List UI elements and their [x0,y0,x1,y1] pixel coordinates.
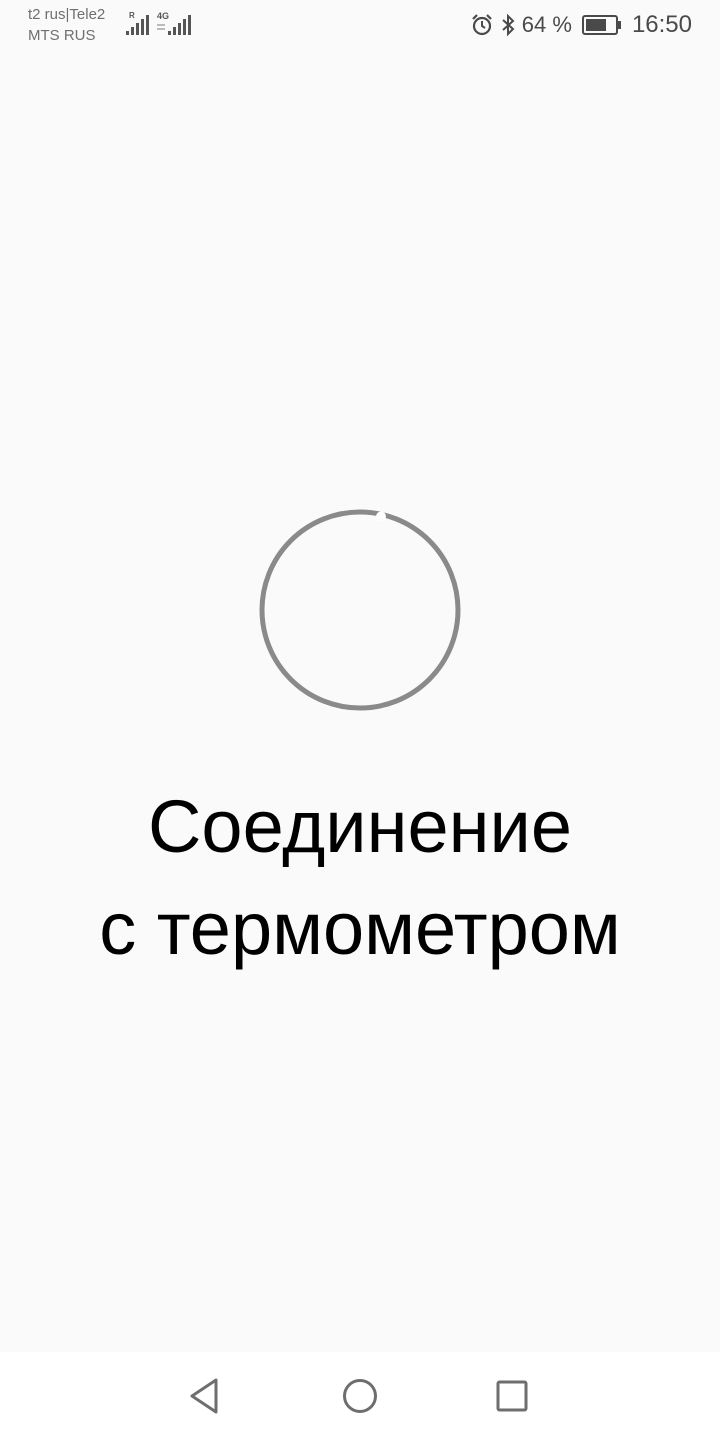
home-icon [343,1379,377,1413]
message-line-1: Соединение [147,785,573,868]
connection-message: Соединение с термометром [0,776,720,980]
clock: 16:50 [631,11,692,38]
carrier-names: t2 rus|Tele2 MTS RUS [28,4,105,46]
carrier-2: MTS RUS [28,27,96,44]
signal-icon: R [126,11,149,35]
back-icon [190,1378,218,1414]
back-button[interactable] [185,1376,225,1416]
signal-icon: 4G [157,11,191,35]
alarm-icon [472,14,492,36]
spinner-head [376,511,386,522]
message-line-2: с термометром [99,887,621,970]
bluetooth-icon [502,13,515,37]
loading-spinner [259,509,461,711]
roaming-badge: R [129,11,135,20]
recents-icon [496,1380,528,1412]
status-icons: 64 % 16:50 [470,8,692,42]
network-type-badge: 4G [157,11,169,21]
recents-button[interactable] [492,1376,532,1416]
navigation-bar [0,1352,720,1440]
home-button[interactable] [340,1376,380,1416]
carrier-1: t2 rus|Tele2 [28,6,106,23]
status-bar: t2 rus|Tele2 MTS RUS R 4G 64 % 16:50 [0,0,720,50]
battery-icon [581,15,621,35]
spinner-ring [259,509,461,711]
battery-percent: 64 % [521,12,572,37]
